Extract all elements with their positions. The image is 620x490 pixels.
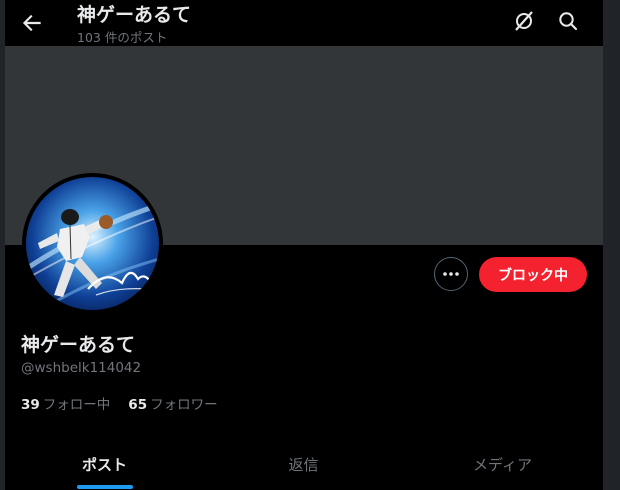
blocked-button[interactable]: ブロック中 [479,257,587,292]
search-button[interactable] [556,9,580,33]
more-options-button[interactable] [434,257,468,291]
search-icon [559,12,578,31]
following-link[interactable]: 39 フォロー中 [21,397,110,413]
followers-label: フォロワー [150,397,218,413]
tab-replies-label: 返信 [288,456,319,474]
tab-media[interactable]: メディア [403,437,602,490]
page-title: 神ゲーあるて [77,4,192,26]
tab-replies[interactable]: 返信 [204,437,403,490]
profile-tabs: ポスト 返信 メディア [5,437,603,490]
followers-link[interactable]: 65 フォロワー [128,397,217,413]
grok-icon [515,11,533,31]
more-horizontal-icon [443,272,459,276]
avatar[interactable] [22,173,163,314]
post-count: 103 件のポスト [77,30,168,45]
following-label: フォロー中 [42,397,111,413]
arrow-left-icon [22,14,41,32]
grok-button[interactable] [512,9,536,33]
top-bar: 神ゲーあるて 103 件のポスト [5,0,603,46]
following-count: 39 [21,397,40,413]
user-handle: @wshbelk114042 [21,360,142,376]
tab-media-label: メディア [473,456,532,474]
active-tab-indicator [77,485,133,489]
profile-column: 神ゲーあるて 103 件のポスト ブロック中 神ゲーあるて @wshbelk11… [5,0,603,490]
avatar-image [26,177,159,310]
follow-stats: 39 フォロー中 65 フォロワー [21,393,218,413]
display-name: 神ゲーあるて [21,334,136,356]
followers-count: 65 [128,397,148,413]
back-button[interactable] [19,10,45,36]
tab-posts[interactable]: ポスト [5,437,204,490]
